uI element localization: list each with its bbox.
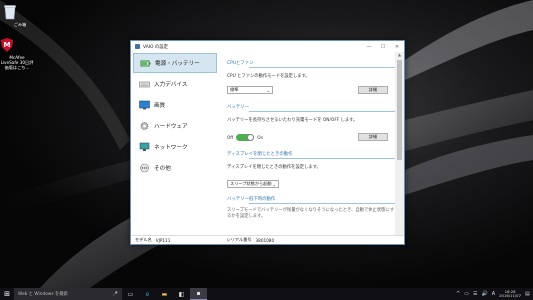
section-title: CPUとファン <box>227 61 254 66</box>
store-icon[interactable]: ◧ <box>173 288 190 300</box>
status-bar: モデル名 VJP111 シリアル番号 3801080 <box>131 235 404 244</box>
section-title: バッテリー <box>227 105 249 110</box>
close-button[interactable]: ✕ <box>390 44 404 50</box>
section-title: バッテリー低下時の動作 <box>227 197 276 202</box>
power-battery-icon <box>140 58 151 68</box>
desktop-icon-label: ごみ箱 <box>13 22 27 27</box>
model-value: VJP111 <box>155 237 171 243</box>
nav-item-label: 電源・バッテリー <box>155 61 200 67</box>
chevron-down-icon: ⌄ <box>266 87 270 93</box>
section-divider <box>249 203 396 204</box>
serial-label: シリアル番号 <box>226 237 252 242</box>
task-view-icon[interactable]: ▭ <box>122 288 139 300</box>
section-description: ディスプレイを閉じたときの動作を設定します。 <box>227 165 321 170</box>
battery-detail-button[interactable]: 詳細 <box>358 133 388 141</box>
section-description: スリープモードでバッテリーが残量がなくなりそうになったとき、自動で休止状態にする… <box>227 208 395 219</box>
section-description: CPU とファンの動作モードを設定します。 <box>227 74 310 79</box>
nav-item-label: ハードウェア <box>154 124 188 130</box>
window-titlebar[interactable]: VAIO の設定 — ☐ ✕ <box>131 41 404 52</box>
clock[interactable]: 16:26 2016/11/07 <box>499 289 521 299</box>
window-title: VAIO の設定 <box>143 44 169 50</box>
system-tray: ^ ▭ ☰ 🔊 A 16:26 2016/11/07 ▤ <box>454 289 533 299</box>
microphone-icon[interactable]: 🎤 <box>113 292 118 297</box>
select-value: 標準 <box>230 87 239 92</box>
nav-item-label: 画質 <box>154 103 166 109</box>
nav-item-label: 入力デバイス <box>154 82 188 88</box>
svg-text:M: M <box>4 41 11 49</box>
other-icon <box>139 163 150 173</box>
network-icon <box>139 142 150 152</box>
keyboard-icon <box>139 79 150 89</box>
tray-overflow-chevron-icon[interactable]: ^ <box>456 291 460 297</box>
volume-icon[interactable]: 🔊 <box>481 291 487 297</box>
mcafee-shield-icon: M <box>1 37 24 53</box>
toggle-off-label: Off <box>227 134 234 140</box>
section-divider <box>249 158 396 159</box>
nav-item-network[interactable]: ネットワーク <box>133 137 217 157</box>
select-value: スリープ状態から起動 <box>230 181 272 186</box>
section-display-close: ディスプレイを閉じたときの動作 ディスプレイを閉じたときの動作を設定します。 ス… <box>227 151 396 188</box>
ime-indicator[interactable]: A <box>492 291 495 297</box>
network-icon[interactable]: ☰ <box>473 291 477 297</box>
serial-value: 3801080 <box>255 237 275 243</box>
settings-content: CPUとファン CPU とファンの動作モードを設定します。 標準 ⌄ 詳細 バッ… <box>220 52 396 236</box>
settings-sidebar: 電源・バッテリー 入力デバイス 画質 ハードウェア ネットワーク その他 <box>131 52 219 236</box>
nav-item-label: その他 <box>154 166 171 172</box>
vaio-settings-icon[interactable]: ▪ <box>190 288 207 300</box>
edge-icon[interactable]: e <box>139 288 156 300</box>
nav-item-power-battery[interactable]: 電源・バッテリー <box>133 53 217 73</box>
scrollbar-thumb[interactable] <box>397 60 402 160</box>
nav-item-image-quality[interactable]: 画質 <box>133 95 217 115</box>
toggle-knob <box>247 133 255 141</box>
vaio-app-icon <box>135 44 140 49</box>
vaio-settings-window: VAIO の設定 — ☐ ✕ 電源・バッテリー 入力デバイス 画質 ハードウェア… <box>130 40 405 245</box>
battery-icon[interactable]: ▭ <box>464 291 469 297</box>
hardware-gear-icon <box>139 121 150 131</box>
cpu-mode-select[interactable]: 標準 ⌄ <box>227 86 273 94</box>
notification-center-icon[interactable]: ▤ <box>525 291 533 297</box>
maximize-button[interactable]: ☐ <box>376 44 390 50</box>
section-battery-low: バッテリー低下時の動作 スリープモードでバッテリーが残量がなくなりそうになったと… <box>227 196 396 219</box>
desktop-icon-mcafee[interactable]: M McAfee LiveSafe 30日評価版はこち... <box>0 37 34 70</box>
section-divider <box>249 111 396 112</box>
recycle-bin-icon <box>4 4 27 20</box>
section-description: バッテリーを長持ちさせるいたわり充電モードを ON/OFF します。 <box>227 118 358 123</box>
taskbar: ⊞ Web と Windows を検索 🎤 ▭ e ▬ ◧ ▪ ^ ▭ ☰ 🔊 … <box>0 288 533 300</box>
search-placeholder: Web と Windows を検索 <box>18 292 68 297</box>
section-divider <box>249 67 396 68</box>
battery-care-toggle[interactable] <box>236 133 255 141</box>
content-scrollbar[interactable]: ▲ <box>395 52 404 236</box>
model-label: モデル名 <box>135 237 152 242</box>
scroll-up-icon[interactable]: ▲ <box>395 52 404 59</box>
lid-close-action-select[interactable]: スリープ状態から起動 ⌄ <box>227 180 279 188</box>
nav-item-other[interactable]: その他 <box>133 158 217 178</box>
section-title: ディスプレイを閉じたときの動作 <box>227 152 293 157</box>
desktop-icon-recycle-bin[interactable]: ごみ箱 <box>3 4 37 27</box>
nav-item-input-devices[interactable]: 入力デバイス <box>133 74 217 94</box>
nav-item-label: ネットワーク <box>154 145 188 151</box>
section-battery: バッテリー バッテリーを長持ちさせるいたわり充電モードを ON/OFF します。… <box>227 104 396 141</box>
cpu-detail-button[interactable]: 詳細 <box>358 86 388 94</box>
search-box[interactable]: Web と Windows を検索 🎤 <box>14 288 122 300</box>
start-button[interactable]: ⊞ <box>0 288 14 300</box>
clock-date: 2016/11/07 <box>499 293 521 298</box>
toggle-on-label: On <box>257 134 264 140</box>
battery-care-toggle-group: Off On <box>227 133 264 141</box>
file-explorer-icon[interactable]: ▬ <box>156 288 173 300</box>
display-quality-icon <box>139 100 150 110</box>
minimize-button[interactable]: — <box>362 44 376 50</box>
section-cpu-fan: CPUとファン CPU とファンの動作モードを設定します。 標準 ⌄ 詳細 <box>227 60 396 94</box>
chevron-down-icon: ⌄ <box>272 181 276 187</box>
desktop-icon-label: McAfee LiveSafe 30日評価版はこち... <box>0 55 34 70</box>
nav-item-hardware[interactable]: ハードウェア <box>133 116 217 136</box>
